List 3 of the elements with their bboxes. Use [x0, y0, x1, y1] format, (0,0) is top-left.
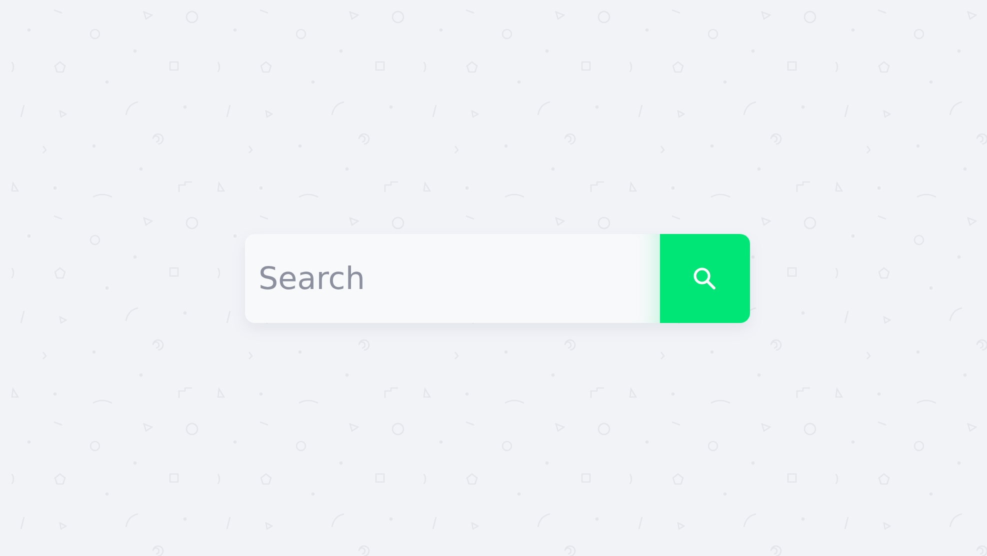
search-icon	[692, 266, 718, 292]
search-button[interactable]	[660, 234, 750, 323]
search-field[interactable]: Search	[244, 234, 660, 323]
